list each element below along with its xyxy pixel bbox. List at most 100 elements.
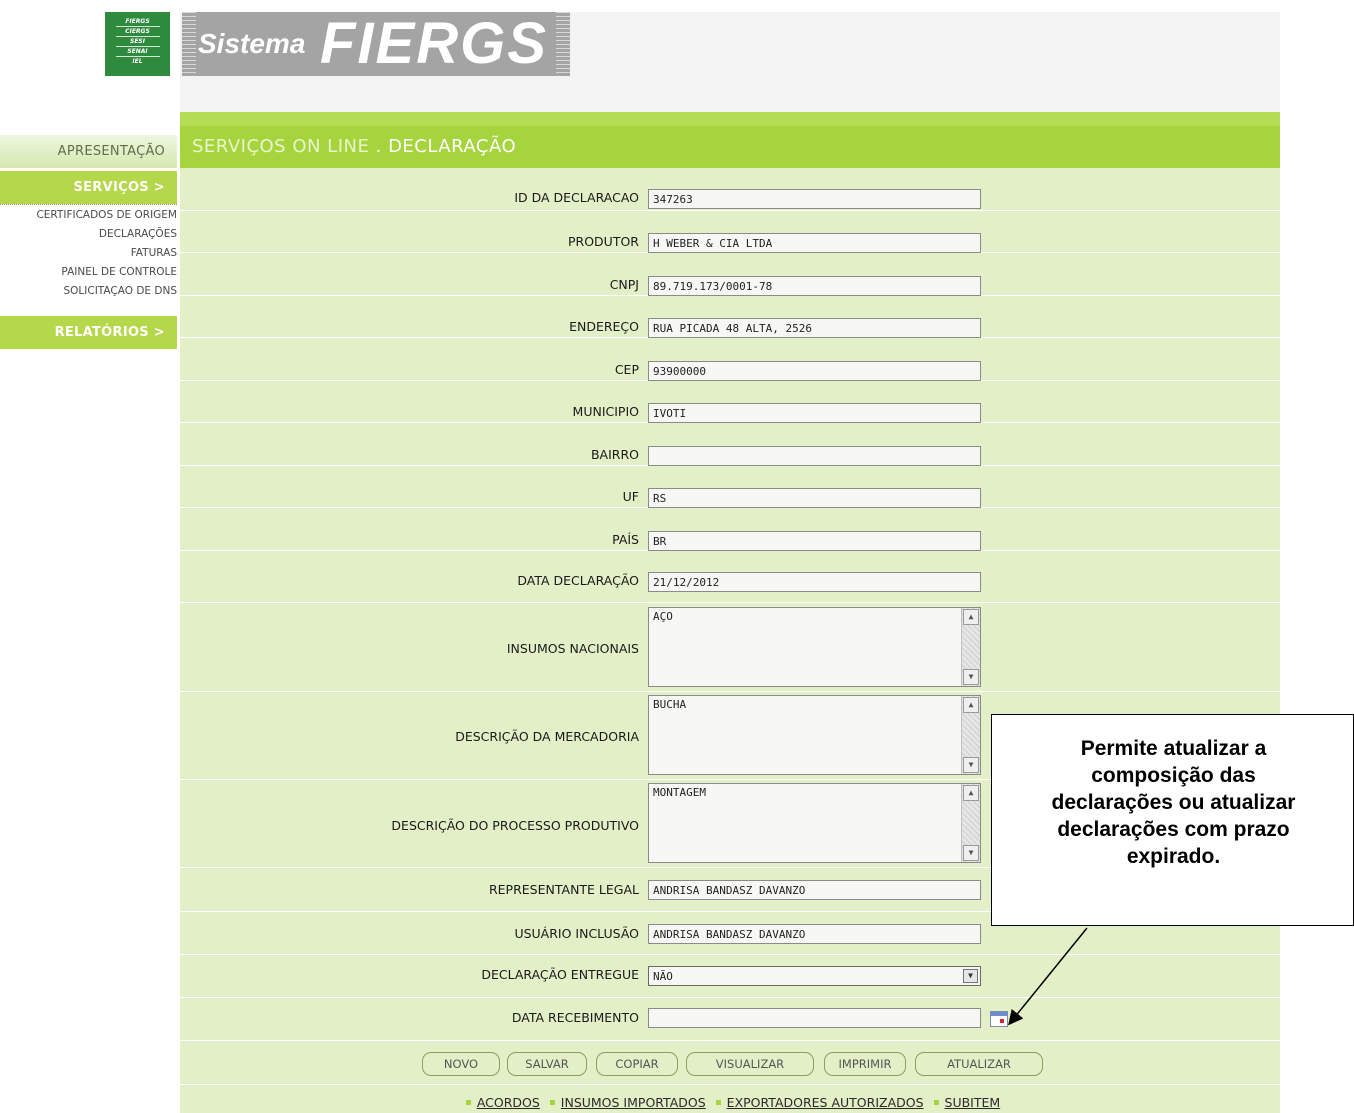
calendar-icon-header	[991, 1012, 1007, 1016]
fiergs-emblem-logo: FIERGS CIERGS SESI SENAI IEL	[105, 12, 170, 76]
form-row: PAÍS BR	[180, 508, 1280, 551]
cnpj-field[interactable]: 89.719.173/0001-78	[648, 276, 981, 296]
descricao-processo-label: DESCRIÇÃO DO PROCESSO PRODUTIVO	[391, 818, 639, 833]
textarea-scrollbar[interactable]: ▲ ▼	[961, 696, 980, 774]
logo-line: SESI	[130, 38, 145, 45]
scroll-down-arrow-icon[interactable]: ▼	[963, 669, 979, 685]
scroll-up-arrow-icon[interactable]: ▲	[963, 697, 979, 713]
bairro-field[interactable]	[648, 446, 981, 466]
callout-line: composição das	[1091, 764, 1256, 787]
produtor-label: PRODUTOR	[568, 234, 639, 249]
uf-label: UF	[622, 489, 639, 504]
logo-line: IEL	[132, 58, 143, 65]
usuario-inclusao-field[interactable]: ANDRISA BANDASZ DAVANZO	[648, 924, 981, 944]
endereco-field[interactable]: RUA PICADA 48 ALTA, 2526	[648, 318, 981, 338]
textarea-scrollbar[interactable]: ▲ ▼	[961, 608, 980, 686]
form-row: ENDEREÇO RUA PICADA 48 ALTA, 2526	[180, 296, 1280, 338]
cnpj-label: CNPJ	[609, 277, 639, 292]
logo-line: FIERGS	[125, 18, 150, 25]
representante-legal-label: REPRESENTANTE LEGAL	[488, 882, 639, 897]
link-exportadores-autorizados[interactable]: EXPORTADORES AUTORIZADOS	[727, 1095, 924, 1110]
link-subitem[interactable]: SUBITEM	[945, 1095, 1001, 1110]
produtor-field[interactable]: H WEBER & CIA LTDA	[648, 233, 981, 253]
representante-legal-field[interactable]: ANDRISA BANDASZ DAVANZO	[648, 880, 981, 900]
endereco-label: ENDEREÇO	[569, 319, 639, 334]
bullet-icon	[715, 1100, 721, 1105]
logo-rule	[115, 56, 160, 57]
bullet-icon	[465, 1100, 471, 1105]
scroll-down-arrow-icon[interactable]: ▼	[963, 845, 979, 861]
bairro-label: BAIRRO	[590, 447, 639, 462]
descricao-mercadoria-textarea[interactable]: BUCHA ▲ ▼	[648, 695, 981, 775]
id-declaracao-label: ID DA DECLARACAO	[514, 190, 639, 205]
pais-label: PAÍS	[612, 532, 639, 547]
annotation-callout: Permite atualizar a composição das decla…	[991, 714, 1354, 926]
insumos-nacionais-label: INSUMOS NACIONAIS	[506, 641, 639, 656]
cep-field[interactable]: 93900000	[648, 361, 981, 381]
calendar-icon-dot	[1000, 1019, 1004, 1023]
visualizar-button[interactable]: VISUALIZAR	[686, 1052, 814, 1076]
logo-stripes	[556, 12, 570, 76]
nav-item-apresentacao[interactable]: APRESENTAÇÃO	[0, 135, 177, 168]
nav-subitem-faturas[interactable]: FATURAS	[0, 244, 177, 263]
scroll-down-arrow-icon[interactable]: ▼	[963, 757, 979, 773]
form-row: DATA DECLARAÇÃO 21/12/2012	[180, 551, 1280, 603]
scroll-up-arrow-icon[interactable]: ▲	[963, 785, 979, 801]
nav-subitem-painel[interactable]: PAINEL DE CONTROLE	[0, 263, 177, 282]
calendar-icon[interactable]	[990, 1011, 1008, 1027]
button-row: NOVO SALVAR COPIAR VISUALIZAR IMPRIMIR A…	[180, 1041, 1280, 1085]
nav-item-servicos[interactable]: SERVIÇOS >	[0, 171, 177, 204]
callout-line: Permite atualizar a	[1080, 737, 1267, 760]
callout-text: Permite atualizar a composição das decla…	[992, 735, 1354, 870]
form-row: ID DA DECLARACAO 347263	[180, 168, 1280, 211]
data-declaracao-field[interactable]: 21/12/2012	[648, 572, 981, 592]
descricao-processo-value: MONTAGEM	[653, 786, 706, 799]
descricao-processo-textarea[interactable]: MONTAGEM ▲ ▼	[648, 783, 981, 863]
link-insumos-importados[interactable]: INSUMOS IMPORTADOS	[561, 1095, 706, 1110]
pais-field[interactable]: BR	[648, 531, 981, 551]
logo-line: CIERGS	[125, 28, 150, 35]
municipio-field[interactable]: IVOTI	[648, 403, 981, 423]
callout-line: declarações com prazo	[1057, 818, 1290, 841]
logo-rule	[115, 26, 160, 27]
callout-line: declarações ou atualizar	[1051, 791, 1296, 814]
link-acordos[interactable]: ACORDOS	[477, 1095, 540, 1110]
cep-label: CEP	[614, 362, 639, 377]
data-declaracao-label: DATA DECLARAÇÃO	[517, 573, 639, 588]
form-row: DATA RECEBIMENTO	[180, 998, 1280, 1041]
nav-item-relatorios[interactable]: RELATÓRIOS >	[0, 316, 177, 349]
novo-button[interactable]: NOVO	[422, 1052, 500, 1076]
copiar-button[interactable]: COPIAR	[596, 1052, 678, 1076]
logo-sistema-text: Sistema	[198, 28, 306, 59]
declaracao-entregue-value: NÃO	[653, 970, 673, 983]
footer-links: ACORDOS INSUMOS IMPORTADOS EXPORTADORES …	[180, 1095, 1280, 1110]
logo-fiergs-text: FIERGS	[320, 12, 548, 76]
declaracao-entregue-select[interactable]: NÃO ▼	[648, 966, 981, 986]
logo-stripes	[182, 12, 196, 76]
title-separator: .	[375, 136, 382, 157]
textarea-scrollbar[interactable]: ▲ ▼	[961, 784, 980, 862]
form-row: INSUMOS NACIONAIS AÇO ▲ ▼	[180, 603, 1280, 692]
form-row: DECLARAÇÃO ENTREGUE NÃO ▼	[180, 955, 1280, 998]
nav-subitem-declaracoes[interactable]: DECLARAÇÕES	[0, 225, 177, 244]
data-recebimento-label: DATA RECEBIMENTO	[511, 1010, 639, 1025]
page-title-bar: SERVIÇOS ON LINE . DECLARAÇÃO	[180, 112, 1280, 168]
form-row: PRODUTOR H WEBER & CIA LTDA	[180, 211, 1280, 253]
logo-line: SENAI	[127, 48, 148, 55]
id-declaracao-field[interactable]: 347263	[648, 189, 981, 209]
imprimir-button[interactable]: IMPRIMIR	[824, 1052, 906, 1076]
title-page: DECLARAÇÃO	[388, 136, 517, 157]
nav-subitem-certificados[interactable]: CERTIFICADOS DE ORIGEM	[0, 206, 177, 225]
salvar-button[interactable]: SALVAR	[507, 1052, 587, 1076]
uf-field[interactable]: RS	[648, 488, 981, 508]
atualizar-button[interactable]: ATUALIZAR	[915, 1052, 1043, 1076]
usuario-inclusao-label: USUÁRIO INCLUSÃO	[514, 926, 639, 941]
declaracao-form: ID DA DECLARACAO 347263 PRODUTOR H WEBER…	[180, 168, 1280, 1113]
scroll-up-arrow-icon[interactable]: ▲	[963, 609, 979, 625]
title-section: SERVIÇOS ON LINE	[192, 136, 370, 157]
chevron-down-icon[interactable]: ▼	[963, 969, 978, 983]
insumos-nacionais-textarea[interactable]: AÇO ▲ ▼	[648, 607, 981, 687]
data-recebimento-field[interactable]	[648, 1008, 981, 1028]
nav-subitem-dns[interactable]: SOLICITAÇAO DE DNS	[0, 282, 178, 301]
bullet-icon	[549, 1100, 555, 1105]
